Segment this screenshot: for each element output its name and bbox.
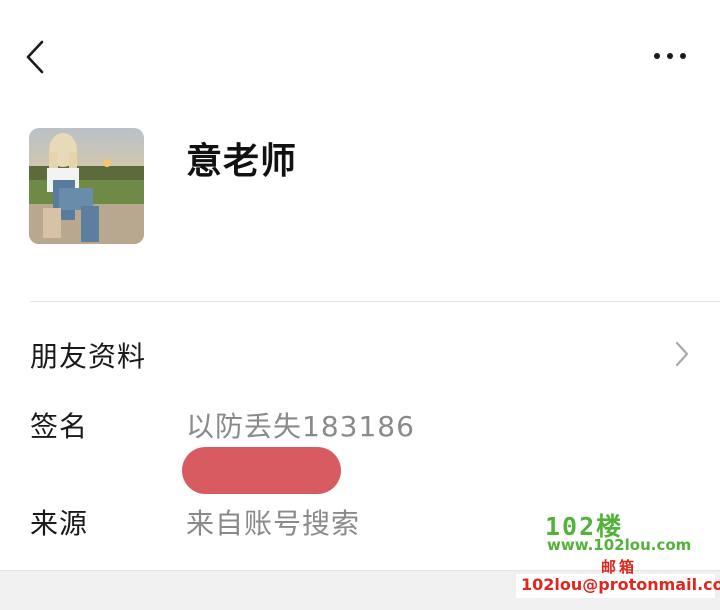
source-value: 来自账号搜索 [186,507,361,540]
watermark-email: 102lou@protonmail.com [521,575,720,594]
redaction-mark [182,447,341,494]
more-dot [667,53,673,59]
signature-label: 签名 [30,410,89,443]
friend-info-row[interactable]: 朋友资料 [0,320,720,390]
more-button[interactable] [645,44,695,70]
source-label: 来源 [30,507,89,540]
signature-value: 以防丢失183186 [186,410,415,443]
more-horizontal-icon [654,53,660,59]
avatar[interactable] [29,128,144,244]
profile-name: 意老师 [186,141,298,182]
chevron-right-icon [675,341,689,367]
back-button[interactable] [18,34,58,80]
top-bar [0,0,720,110]
more-dot [680,53,686,59]
chevron-left-icon [26,40,44,74]
watermark-url: www.102lou.com [547,536,692,554]
friend-info-label: 朋友资料 [30,340,147,373]
divider [30,301,720,302]
